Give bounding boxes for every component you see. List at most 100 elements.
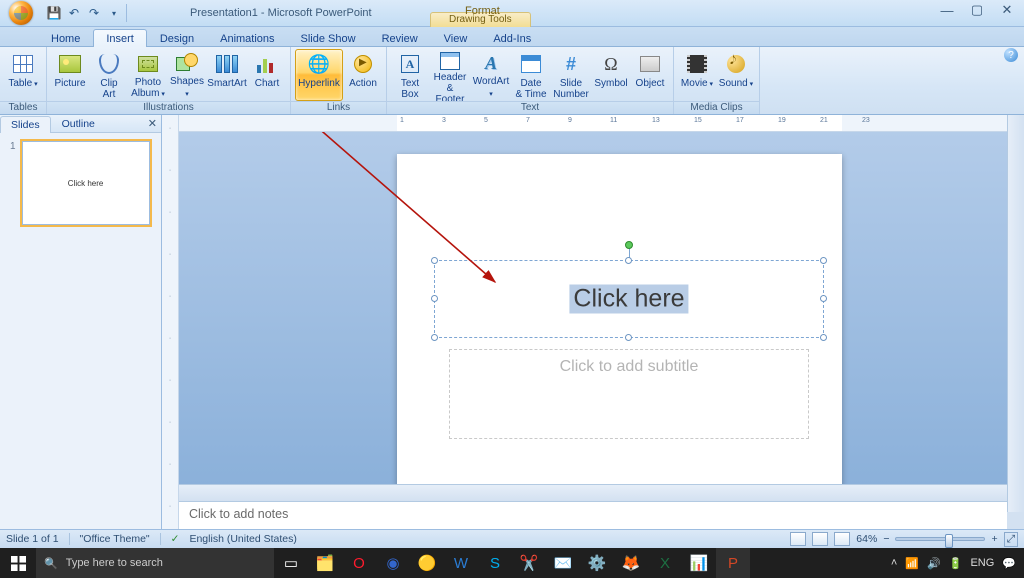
rotate-handle[interactable]: [625, 241, 633, 249]
resize-handle-tl[interactable]: [431, 257, 438, 264]
workspace: Slides Outline ✕ 1 Click here ··········…: [0, 115, 1024, 529]
tab-insert[interactable]: Insert: [93, 29, 147, 47]
taskbar-pinned-apps: ▭ 🗂️ O ◉ 🟡 W S ✂️ ✉️ ⚙️ 🦊 X 📊 P: [274, 548, 750, 578]
smartart-button[interactable]: SmartArt: [207, 49, 247, 101]
undo-icon[interactable]: ↶: [66, 5, 82, 21]
status-slide-info: Slide 1 of 1: [6, 533, 59, 545]
horizontal-scrollbar[interactable]: [179, 484, 1007, 501]
qat-customize-icon[interactable]: ▾: [106, 5, 122, 21]
tray-chevron-icon[interactable]: ˄: [891, 557, 897, 569]
title-placeholder[interactable]: Click here: [434, 260, 824, 338]
resize-handle-tm[interactable]: [625, 257, 632, 264]
task-manager-icon[interactable]: 📊: [682, 548, 716, 578]
wordart-button[interactable]: AWordArt: [471, 49, 511, 101]
resize-handle-bm[interactable]: [625, 334, 632, 341]
symbol-button[interactable]: ΩSymbol: [592, 49, 630, 101]
slideshow-view-button[interactable]: [834, 532, 850, 546]
snip-icon[interactable]: ✂️: [512, 548, 546, 578]
minimize-button[interactable]: ―: [932, 0, 962, 20]
horizontal-ruler: 1357911131517192123: [179, 115, 1007, 132]
object-button[interactable]: Object: [631, 49, 669, 101]
photo-album-button[interactable]: Photo Album: [129, 49, 167, 101]
close-button[interactable]: ✕: [992, 0, 1022, 20]
table-button[interactable]: Table: [4, 49, 42, 101]
powerpoint-icon[interactable]: P: [716, 548, 750, 578]
close-panel-icon[interactable]: ✕: [148, 117, 157, 130]
system-tray: ˄ 📶 🔊 🔋 ENG 💬: [883, 557, 1024, 570]
header-footer-button[interactable]: Header & Footer: [430, 49, 470, 101]
vertical-scrollbar[interactable]: [1007, 115, 1024, 512]
tray-volume-icon[interactable]: 🔊: [927, 557, 941, 570]
sound-button[interactable]: Sound: [717, 49, 755, 101]
tray-notifications-icon[interactable]: 💬: [1002, 557, 1016, 570]
resize-handle-ml[interactable]: [431, 295, 438, 302]
start-button[interactable]: [0, 548, 36, 578]
tab-review[interactable]: Review: [369, 29, 431, 47]
status-theme: "Office Theme": [80, 533, 150, 545]
office-button[interactable]: [4, 0, 38, 27]
zoom-in-button[interactable]: +: [991, 533, 997, 545]
notes-pane[interactable]: Click to add notes: [179, 501, 1007, 529]
save-icon[interactable]: 💾: [46, 5, 62, 21]
explorer-icon[interactable]: 🗂️: [308, 548, 342, 578]
tab-home[interactable]: Home: [38, 29, 93, 47]
tab-add-ins[interactable]: Add-Ins: [480, 29, 544, 47]
mail-icon[interactable]: ✉️: [546, 548, 580, 578]
clip-art-button[interactable]: Clip Art: [90, 49, 128, 101]
word-icon[interactable]: W: [444, 548, 478, 578]
tray-battery-icon[interactable]: 🔋: [949, 557, 963, 570]
taskbar-search[interactable]: 🔍 Type here to search: [36, 548, 274, 578]
action-button[interactable]: Action: [344, 49, 382, 101]
tab-slide-show[interactable]: Slide Show: [288, 29, 369, 47]
spellcheck-icon[interactable]: ✓: [171, 533, 180, 545]
resize-handle-tr[interactable]: [820, 257, 827, 264]
redo-icon[interactable]: ↷: [86, 5, 102, 21]
tab-view[interactable]: View: [431, 29, 481, 47]
status-language[interactable]: English (United States): [189, 533, 296, 545]
zoom-percent[interactable]: 64%: [856, 533, 877, 545]
slide-thumb-number: 1: [10, 141, 16, 225]
chart-button[interactable]: Chart: [248, 49, 286, 101]
group-media-clips: Movie Sound Media Clips: [674, 47, 760, 114]
tab-design[interactable]: Design: [147, 29, 207, 47]
group-label-media: Media Clips: [674, 101, 759, 114]
outline-tab[interactable]: Outline: [51, 115, 106, 132]
slide-number-button[interactable]: #Slide Number: [551, 49, 591, 101]
movie-button[interactable]: Movie: [678, 49, 716, 101]
title-text[interactable]: Click here: [569, 285, 688, 314]
opera-icon[interactable]: O: [342, 548, 376, 578]
task-view-icon[interactable]: ▭: [274, 548, 308, 578]
slides-tab[interactable]: Slides: [0, 116, 51, 133]
group-links: 🌐Hyperlink Action Links: [291, 47, 387, 114]
settings-icon[interactable]: ⚙️: [580, 548, 614, 578]
tab-format[interactable]: Format: [452, 1, 513, 19]
picture-button[interactable]: Picture: [51, 49, 89, 101]
skype-icon[interactable]: S: [478, 548, 512, 578]
tray-language[interactable]: ENG: [970, 557, 994, 569]
group-label-illustrations: Illustrations: [47, 101, 290, 114]
normal-view-button[interactable]: [790, 532, 806, 546]
slide-canvas[interactable]: Click here Click to add subtitle: [179, 132, 1007, 484]
zoom-out-button[interactable]: −: [883, 533, 889, 545]
shapes-button[interactable]: Shapes: [168, 49, 206, 101]
text-box-button[interactable]: AText Box: [391, 49, 429, 101]
tab-animations[interactable]: Animations: [207, 29, 287, 47]
slide[interactable]: Click here Click to add subtitle: [397, 154, 842, 484]
resize-handle-br[interactable]: [820, 334, 827, 341]
resize-handle-mr[interactable]: [820, 295, 827, 302]
zoom-slider[interactable]: [895, 537, 985, 541]
date-time-button[interactable]: Date & Time: [512, 49, 550, 101]
help-icon[interactable]: ?: [1004, 48, 1018, 62]
fit-to-window-button[interactable]: ⤢: [1004, 532, 1018, 547]
slide-thumbnail-1[interactable]: Click here: [22, 141, 150, 225]
chrome-icon[interactable]: 🟡: [410, 548, 444, 578]
tray-network-icon[interactable]: 📶: [905, 557, 919, 570]
edge-icon[interactable]: ◉: [376, 548, 410, 578]
maximize-button[interactable]: ▢: [962, 0, 992, 20]
subtitle-placeholder[interactable]: Click to add subtitle: [449, 349, 809, 439]
excel-icon[interactable]: X: [648, 548, 682, 578]
sorter-view-button[interactable]: [812, 532, 828, 546]
firefox-icon[interactable]: 🦊: [614, 548, 648, 578]
hyperlink-button[interactable]: 🌐Hyperlink: [295, 49, 343, 101]
resize-handle-bl[interactable]: [431, 334, 438, 341]
